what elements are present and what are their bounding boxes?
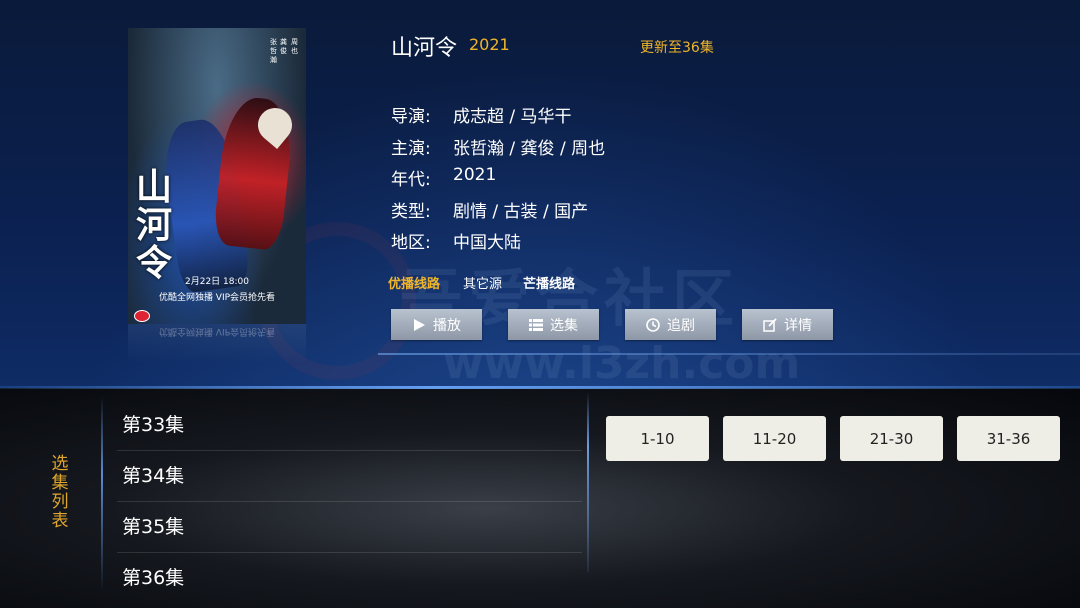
episode-item[interactable]: 第35集 [122,502,582,552]
show-year: 2021 [469,35,510,54]
follow-button[interactable]: 追剧 [625,309,716,340]
poster-cast-text: 周也 [291,38,298,55]
poster-cast-text: 龚俊 [280,38,287,55]
clock-icon [646,317,660,332]
episode-list-label: 选集列表 [51,454,69,531]
follow-button-label: 追剧 [667,317,695,334]
update-status: 更新至36集 [640,40,714,56]
episode-item[interactable]: 第34集 [122,451,582,501]
poster-cast-text: 张哲瀚 [270,38,277,64]
poster-reflection-text: 优酷全网独播 VIP会员抢先看 [158,326,276,336]
info-label: 主演: [391,139,431,159]
watermark-url: www.l3zh.com [443,338,801,389]
play-icon [412,318,426,332]
info-value: 张哲瀚 / 龚俊 / 周也 [453,139,606,159]
source-tab-other[interactable]: 其它源 [463,273,502,292]
youku-logo-icon [134,310,150,322]
episode-range-button[interactable]: 31-36 [957,416,1060,461]
section-divider [0,386,1080,389]
episodes-button[interactable]: 选集 [508,309,599,340]
source-tab-mangbo[interactable]: 芒播线路 [523,273,575,292]
poster-promo: 优酷全网独播 VIP会员抢先看 [158,293,276,303]
info-value: 中国大陆 [453,233,521,253]
episode-range-button[interactable]: 1-10 [606,416,709,461]
poster-calligraphy-title: 山河令 [136,166,173,284]
play-button[interactable]: 播放 [391,309,482,340]
episode-range-button[interactable]: 21-30 [840,416,943,461]
vertical-divider [587,392,589,572]
info-label: 年代: [391,170,431,190]
info-label: 类型: [391,202,431,222]
info-value: 成志超 / 马华干 [453,107,572,127]
episode-item[interactable]: 第33集 [122,400,582,450]
header-separator [378,353,1080,355]
poster-date: 2月22日 18:00 [185,277,249,287]
info-value: 2021 [453,165,497,185]
edit-icon [763,317,777,332]
details-button[interactable]: 详情 [742,309,833,340]
episode-range-button[interactable]: 11-20 [723,416,826,461]
list-icon [529,318,543,332]
show-title: 山河令 [391,36,458,61]
play-button-label: 播放 [433,317,461,334]
details-button-label: 详情 [784,317,812,334]
episodes-button-label: 选集 [550,317,578,334]
poster-reflection: 优酷全网独播 VIP会员抢先看 [128,324,306,364]
episode-item[interactable]: 第36集 [122,553,582,603]
info-label: 地区: [391,233,431,253]
poster-image[interactable]: 山河令 张哲瀚 龚俊 周也 2月22日 18:00 优酷全网独播 VIP会员抢先… [128,28,306,324]
vertical-divider [101,396,103,592]
source-tab-youbo[interactable]: 优播线路 [388,273,440,292]
info-value: 剧情 / 古装 / 国产 [453,202,589,222]
info-label: 导演: [391,107,431,127]
